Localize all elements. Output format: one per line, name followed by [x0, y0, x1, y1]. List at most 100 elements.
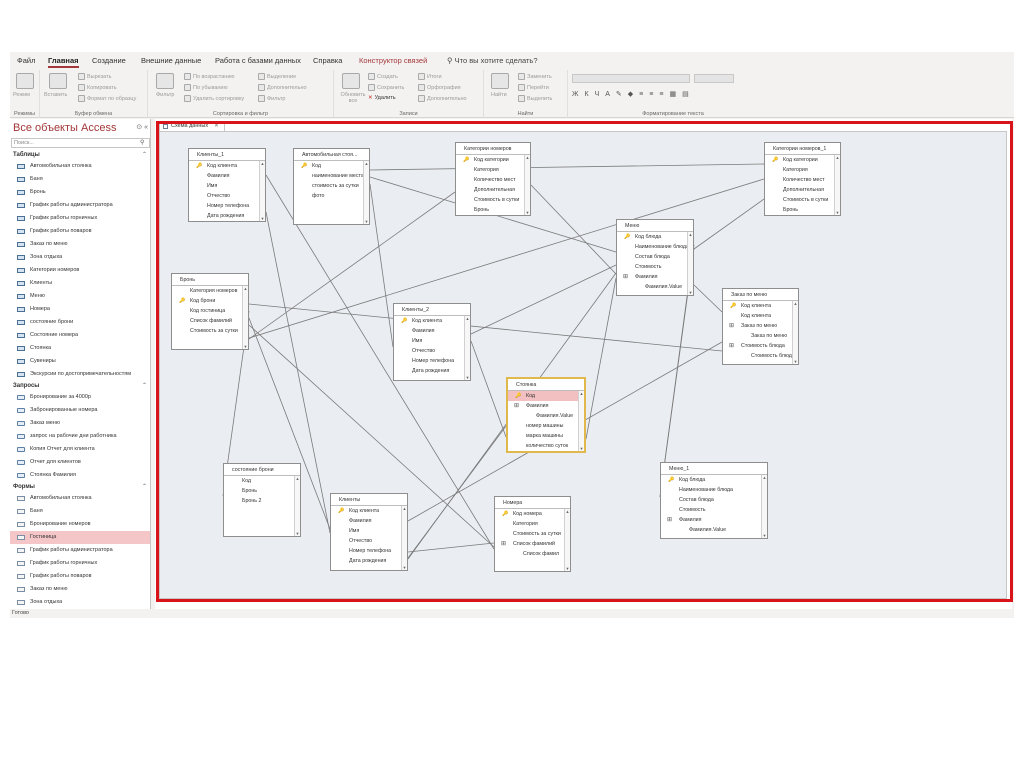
- primary-key-field[interactable]: Код клиента: [331, 506, 407, 516]
- table-field[interactable]: Список фамил: [495, 549, 570, 559]
- relationship-line[interactable]: [369, 183, 394, 348]
- scroll-up-icon[interactable]: ▲: [565, 509, 570, 514]
- relationship-line[interactable]: [407, 542, 495, 553]
- tab-database-tools[interactable]: Работа с базами данных: [215, 56, 301, 65]
- gridlines-icon[interactable]: ▦: [669, 90, 676, 98]
- table-field[interactable]: Стоимость блюд: [723, 351, 798, 361]
- find-button[interactable]: Найти: [491, 92, 507, 98]
- table-field[interactable]: Дата рождения: [394, 366, 470, 376]
- table-field[interactable]: номер машины: [508, 421, 584, 431]
- align-right-icon[interactable]: ≡: [659, 91, 663, 98]
- table-scrollbar[interactable]: ▲ ▼: [687, 232, 693, 295]
- nav-item-query[interactable]: Отчет для клиентов: [10, 456, 150, 469]
- table-field[interactable]: Дата рождения: [331, 556, 407, 566]
- tab-external-data[interactable]: Внешние данные: [141, 56, 201, 65]
- nav-menu-icon[interactable]: ⊙: [136, 124, 142, 131]
- font-size-select[interactable]: [694, 74, 734, 83]
- table-title[interactable]: Клиенты: [331, 494, 407, 506]
- table-field[interactable]: Номер телефона: [331, 546, 407, 556]
- tab-create[interactable]: Создание: [92, 56, 126, 65]
- nav-section-header[interactable]: Запросы ⌃: [10, 381, 150, 391]
- select-button[interactable]: Выделить: [518, 95, 552, 102]
- nav-item-form[interactable]: Бронирование номеров: [10, 518, 150, 531]
- table-field[interactable]: Фамилия: [661, 515, 767, 525]
- table-title[interactable]: Заказ по меню: [723, 289, 798, 301]
- table-scrollbar[interactable]: ▲ ▼: [524, 155, 530, 215]
- table-field[interactable]: Код: [224, 476, 300, 486]
- table-field[interactable]: Дополнительная: [456, 185, 530, 195]
- scroll-up-icon[interactable]: ▲: [525, 155, 530, 160]
- scroll-down-icon[interactable]: ▼: [688, 290, 693, 295]
- scroll-down-icon[interactable]: ▼: [465, 375, 470, 380]
- table-field[interactable]: Категория: [495, 519, 570, 529]
- nav-item-form[interactable]: Заказ по меню: [10, 583, 150, 596]
- nav-item-query[interactable]: Стоянка Фамилия: [10, 469, 150, 482]
- tab-file[interactable]: Файл: [17, 56, 35, 65]
- table-field[interactable]: Стоимость: [661, 505, 767, 515]
- scroll-up-icon[interactable]: ▲: [688, 232, 693, 237]
- table-scrollbar[interactable]: ▲ ▼: [294, 476, 300, 536]
- table-scrollbar[interactable]: ▲ ▼: [564, 509, 570, 571]
- table-field[interactable]: Фамилия.Value: [617, 282, 693, 292]
- table-field[interactable]: марка машины: [508, 431, 584, 441]
- table-field[interactable]: Состав блюда: [661, 495, 767, 505]
- nav-section-header[interactable]: Формы ⌃: [10, 482, 150, 492]
- scroll-up-icon[interactable]: ▲: [835, 155, 840, 160]
- format-painter-button[interactable]: Формат по образцу: [78, 95, 136, 102]
- nav-item-table[interactable]: Состояние номера: [10, 329, 150, 342]
- font-name-select[interactable]: [572, 74, 690, 83]
- tab-relationship-design[interactable]: Конструктор связей: [359, 56, 427, 65]
- table-title[interactable]: Клиенты_1: [189, 149, 265, 161]
- table-field[interactable]: Количество мест: [456, 175, 530, 185]
- bold-icon[interactable]: Ж: [572, 91, 578, 98]
- font-color-icon[interactable]: A: [605, 91, 610, 98]
- table-field[interactable]: Имя: [331, 526, 407, 536]
- table-field[interactable]: Фамилия.Value: [508, 411, 584, 421]
- table-scrollbar[interactable]: ▲ ▼: [834, 155, 840, 215]
- relationship-table[interactable]: КлиентыКод клиентаФамилияИмяОтчествоНоме…: [330, 493, 408, 571]
- view-button[interactable]: Режим: [13, 92, 30, 98]
- scroll-down-icon[interactable]: ▼: [260, 216, 265, 221]
- tell-me-box[interactable]: ⚲ Что вы хотите сделать?: [447, 56, 538, 65]
- italic-icon[interactable]: К: [584, 91, 588, 98]
- save-record-button[interactable]: Сохранить: [368, 84, 404, 91]
- nav-item-table[interactable]: Номера: [10, 303, 150, 316]
- table-scrollbar[interactable]: ▲ ▼: [792, 301, 798, 364]
- nav-pane-title[interactable]: Все объекты Access: [13, 122, 116, 134]
- table-field[interactable]: Наименование блюда: [617, 242, 693, 252]
- table-scrollbar[interactable]: ▲ ▼: [578, 391, 584, 451]
- table-title[interactable]: Стоянка: [508, 379, 584, 391]
- goto-button[interactable]: Перейти: [518, 84, 549, 91]
- relationship-table[interactable]: СтоянкаКодФамилияФамилия.Valueномер маши…: [506, 377, 586, 453]
- scroll-up-icon[interactable]: ▲: [260, 161, 265, 166]
- scroll-down-icon[interactable]: ▼: [565, 566, 570, 571]
- primary-key-field[interactable]: Код брони: [172, 296, 248, 306]
- align-center-icon[interactable]: ≡: [649, 91, 653, 98]
- table-field[interactable]: Стоимость за сутки: [172, 326, 248, 336]
- copy-button[interactable]: Копировать: [78, 84, 117, 91]
- nav-item-table[interactable]: Баня: [10, 173, 150, 186]
- primary-key-field[interactable]: Код: [294, 161, 369, 171]
- table-field[interactable]: Фамилия: [617, 272, 693, 282]
- relationship-line[interactable]: [530, 184, 617, 275]
- close-icon[interactable]: ✕: [214, 123, 219, 129]
- table-field[interactable]: Бронь: [765, 205, 840, 215]
- table-field[interactable]: Номер телефона: [189, 201, 265, 211]
- nav-item-form[interactable]: График работы поваров: [10, 570, 150, 583]
- table-scrollbar[interactable]: ▲ ▼: [401, 506, 407, 570]
- replace-button[interactable]: Заменить: [518, 73, 552, 80]
- nav-search-input[interactable]: Поиск...: [11, 138, 150, 148]
- nav-item-form[interactable]: Зона отдыха: [10, 596, 150, 609]
- align-left-icon[interactable]: ≡: [639, 91, 643, 98]
- table-field[interactable]: Бронь: [224, 486, 300, 496]
- primary-key-field[interactable]: Код категории: [765, 155, 840, 165]
- relationship-table[interactable]: Меню_1Код блюдаНаименование блюдаСостав …: [660, 462, 768, 539]
- table-title[interactable]: Меню_1: [661, 463, 767, 475]
- relationship-table[interactable]: Клиенты_2Код клиентаФамилияИмяОтчествоНо…: [393, 303, 471, 381]
- table-scrollbar[interactable]: ▲ ▼: [242, 286, 248, 349]
- nav-item-table[interactable]: График работы администратора: [10, 199, 150, 212]
- table-field[interactable]: Код клиента: [723, 311, 798, 321]
- table-field[interactable]: Фамилия: [331, 516, 407, 526]
- sort-ascending-button[interactable]: По возрастанию: [184, 73, 235, 80]
- primary-key-field[interactable]: Код клиента: [189, 161, 265, 171]
